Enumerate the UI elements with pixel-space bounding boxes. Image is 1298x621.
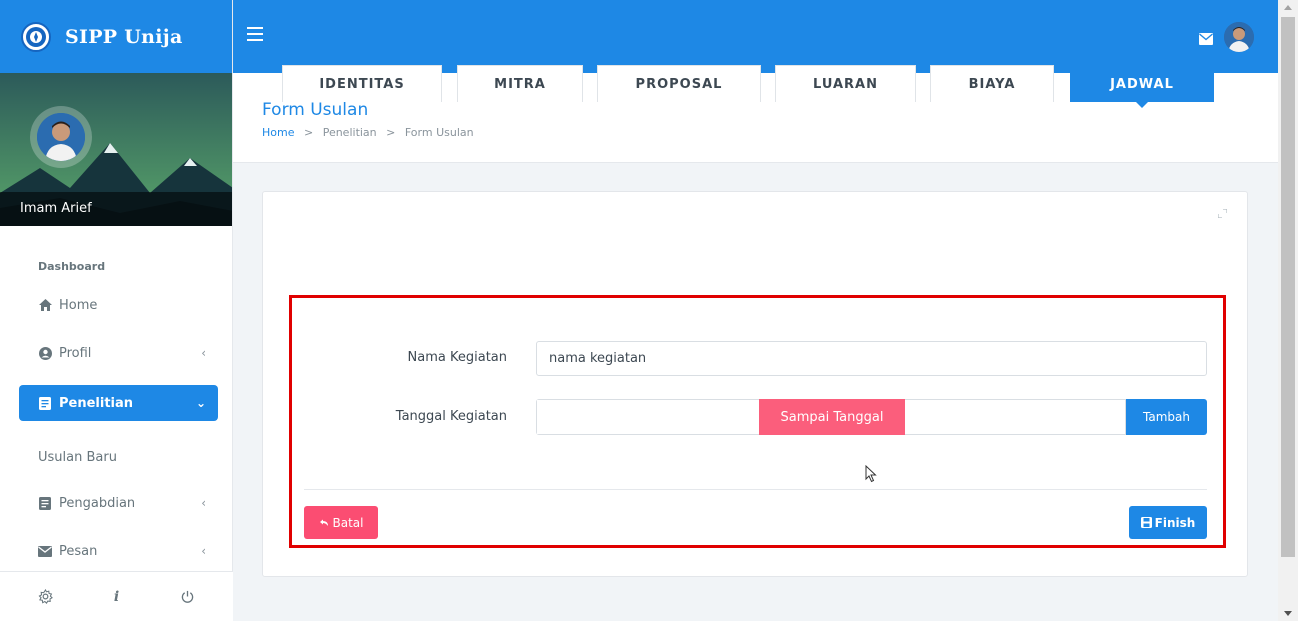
page-scrollbar[interactable]: [1278, 0, 1298, 621]
chevron-left-icon: ‹: [201, 496, 206, 510]
divider: [304, 489, 1207, 490]
sidebar-item-pengabdian[interactable]: Pengabdian ‹: [19, 485, 218, 521]
topbar: [233, 0, 1278, 73]
scroll-down-arrow-icon[interactable]: [1284, 611, 1292, 616]
tab-proposal[interactable]: PROPOSAL: [597, 65, 761, 102]
breadcrumb-home[interactable]: Home: [262, 126, 294, 139]
profile-banner: Imam Arief: [0, 73, 232, 226]
chevron-left-icon: ‹: [201, 544, 206, 558]
university-logo-icon: [21, 21, 51, 52]
save-icon: [1140, 517, 1152, 528]
chevron-left-icon: ‹: [201, 346, 206, 360]
scroll-thumb[interactable]: [1281, 17, 1295, 557]
tab-luaran[interactable]: LUARAN: [775, 65, 916, 102]
sidebar-item-profil[interactable]: Profil ‹: [19, 335, 218, 371]
document-icon: [38, 496, 52, 510]
page-title: Form Usulan: [262, 100, 369, 120]
sidebar-item-penelitian[interactable]: Penelitian ⌄: [19, 385, 218, 421]
breadcrumb-current: Form Usulan: [404, 126, 474, 139]
info-icon[interactable]: i: [102, 582, 132, 612]
tab-jadwal[interactable]: JADWAL: [1070, 65, 1214, 108]
scroll-up-arrow-icon[interactable]: [1284, 5, 1292, 10]
profile-name[interactable]: Imam Arief: [0, 192, 232, 226]
sidebar-item-usulan-baru[interactable]: Usulan Baru: [0, 439, 232, 475]
nav-section-title: Dashboard: [38, 260, 106, 273]
mail-icon: [38, 544, 52, 558]
brand-bar[interactable]: SIPP Unija: [0, 0, 232, 73]
brand-title: SIPP Unija: [65, 25, 183, 48]
profile-avatar[interactable]: [30, 106, 92, 168]
power-icon[interactable]: [173, 582, 203, 612]
finish-button[interactable]: Finish: [1129, 506, 1207, 539]
sidebar-item-home[interactable]: Home: [19, 287, 218, 323]
breadcrumb: Home > Penelitian > Form Usulan: [262, 126, 474, 139]
user-avatar[interactable]: [1224, 22, 1254, 52]
sidebar-item-pesan[interactable]: Pesan ‹: [19, 533, 218, 569]
tab-identitas[interactable]: IDENTITAS: [282, 65, 442, 102]
hamburger-menu-icon[interactable]: [247, 27, 263, 41]
batal-button[interactable]: Batal: [304, 506, 378, 539]
gear-icon[interactable]: [31, 582, 61, 612]
breadcrumb-separator: >: [303, 126, 314, 139]
mail-icon[interactable]: [1199, 30, 1213, 45]
chevron-down-icon: ⌄: [195, 396, 206, 410]
sidebar-item-label: Pengabdian: [59, 495, 136, 511]
nama-kegiatan-label: Nama Kegiatan: [407, 350, 507, 365]
tab-mitra[interactable]: MITRA: [457, 65, 583, 102]
document-icon: [38, 396, 52, 410]
sidebar: SIPP Unija Imam Arief Dashboard Home Pro…: [0, 0, 233, 621]
user-circle-icon: [38, 346, 52, 360]
sidebar-item-label: Profil: [59, 345, 92, 361]
nama-kegiatan-input[interactable]: nama kegiatan: [536, 341, 1207, 376]
breadcrumb-separator: >: [386, 126, 396, 139]
home-icon: [38, 298, 52, 312]
sidebar-footer: i: [0, 571, 233, 621]
tab-biaya[interactable]: BIAYA: [930, 65, 1054, 102]
sidebar-item-label: Home: [59, 297, 98, 313]
tanggal-end-input[interactable]: [906, 400, 1125, 434]
sidebar-item-label: Usulan Baru: [38, 449, 117, 465]
undo-icon: [319, 519, 329, 527]
tambah-button[interactable]: Tambah: [1126, 399, 1207, 435]
expand-icon[interactable]: [1217, 208, 1228, 221]
tanggal-kegiatan-label: Tanggal Kegiatan: [395, 409, 507, 424]
sidebar-item-label: Penelitian: [59, 395, 134, 411]
mouse-cursor-icon: [865, 464, 877, 487]
tanggal-start-input[interactable]: [537, 400, 758, 434]
sampai-tanggal-addon: Sampai Tanggal: [759, 399, 905, 435]
sidebar-item-label: Pesan: [59, 543, 98, 559]
breadcrumb-section[interactable]: Penelitian: [323, 126, 377, 139]
